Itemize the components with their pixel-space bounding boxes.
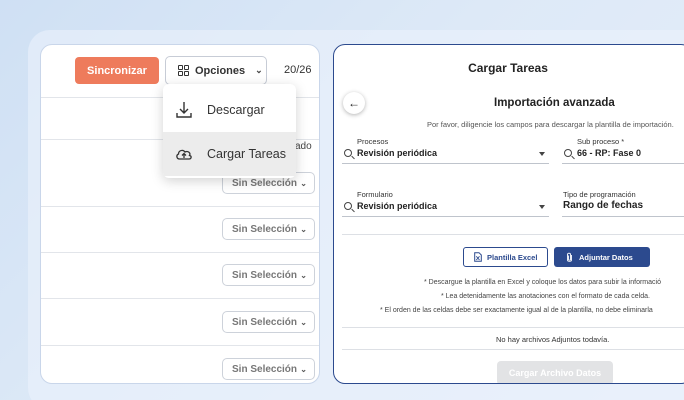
tipo-programacion-label: Tipo de programación [563,190,636,199]
menu-item-descargar[interactable]: Descargar [163,88,296,132]
menu-item-label: Cargar Tareas [207,147,286,161]
upload-data-file-button[interactable]: Cargar Archivo Datos [497,361,613,383]
field-underline [562,163,684,164]
search-icon [564,149,572,157]
no-files-message: No hay archivos Adjuntos todavía. [496,335,610,344]
table-row-divider [41,345,319,346]
selection-label: Sin Selección [232,269,298,281]
attach-data-label: Adjuntar Datos [579,252,633,262]
paperclip-icon [567,252,572,262]
task-counter: 20/26 [284,64,312,76]
chevron-down-icon: ⌄ [300,224,307,234]
table-row-divider [41,298,319,299]
procesos-field[interactable]: Revisión periódica [357,148,437,158]
tipo-programacion-field[interactable]: Rango de fechas [563,200,643,211]
section-title: Importación avanzada [494,97,615,109]
selection-label: Sin Selección [232,363,298,375]
chevron-down-icon: ⌄ [300,317,307,327]
menu-item-cargar-tareas[interactable]: Cargar Tareas [163,132,296,176]
formulario-field[interactable]: Revisión periódica [357,201,437,211]
back-button[interactable]: ← [343,92,365,114]
download-icon [176,102,192,118]
selection-dropdown[interactable]: Sin Selección ⌄ [222,358,315,380]
chevron-down-icon: ⌄ [300,270,307,280]
menu-item-label: Descargar [207,103,265,117]
instructions-text: Por favor, diligencie los campos para de… [427,120,674,129]
chevron-down-icon: ⌄ [300,178,307,188]
note-text: * Lea detenidamente las anotaciones con … [441,293,650,300]
caret-down-icon [539,205,545,209]
sync-button[interactable]: Sincronizar [75,57,159,84]
attach-data-button[interactable]: Adjuntar Datos [554,247,650,267]
selection-label: Sin Selección [232,316,298,328]
arrow-left-icon: ← [348,96,360,110]
grid-icon [178,65,189,76]
divider [342,327,684,328]
selection-label: Sin Selección [232,177,298,189]
procesos-label: Procesos [357,137,389,146]
options-label: Opciones [195,64,246,77]
selection-dropdown[interactable]: Sin Selección ⌄ [222,264,315,286]
selection-label: Sin Selección [232,223,298,235]
divider [342,234,684,235]
note-text: * El orden de las celdas debe ser exacta… [380,307,653,314]
divider [342,349,684,350]
field-underline [342,163,549,164]
file-excel-icon [474,252,482,262]
caret-down-icon [539,152,545,156]
chevron-down-icon: ⌄ [255,65,263,75]
excel-template-label: Plantilla Excel [487,252,538,262]
subproceso-label: Sub proceso * [577,137,625,146]
column-header-fragment: ado [295,141,312,152]
upload-tasks-modal: Cargar Tareas ← Importación avanzada Por… [333,44,684,384]
selection-dropdown[interactable]: Sin Selección ⌄ [222,218,315,240]
note-text: * Descargue la plantilla en Excel y colo… [424,279,661,286]
formulario-label: Formulario [357,190,393,199]
options-menu: Descargar Cargar Tareas [163,84,296,178]
selection-dropdown[interactable]: Sin Selección ⌄ [222,311,315,333]
chevron-down-icon: ⌄ [300,364,307,374]
field-underline [342,216,549,217]
search-icon [344,202,352,210]
modal-title: Cargar Tareas [468,61,548,75]
options-button[interactable]: Opciones ⌄ [165,56,267,85]
field-underline [562,216,684,217]
search-icon [344,149,352,157]
subproceso-field[interactable]: 66 - RP: Fase 0 [577,148,641,158]
cloud-upload-icon [176,149,192,160]
table-row-divider [41,252,319,253]
excel-template-button[interactable]: Plantilla Excel [463,247,548,267]
table-row-divider [41,206,319,207]
